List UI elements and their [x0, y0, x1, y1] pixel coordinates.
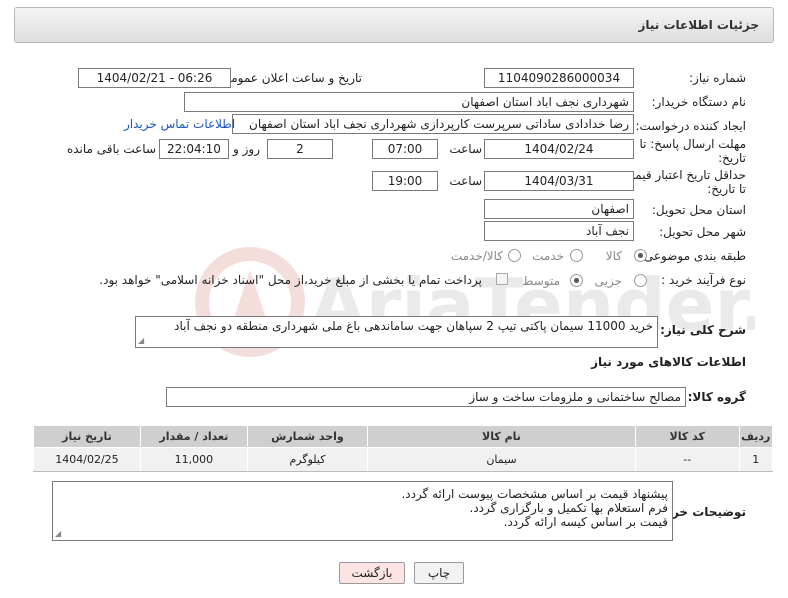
province-field: اصفهان [484, 199, 634, 219]
col-header-item-code: کد کالا [634, 425, 740, 448]
description-label: شرح کلی نیاز: [660, 323, 746, 337]
category-option-goods-service: کالا/خدمت [450, 249, 503, 263]
cell-quantity: 11,000 [139, 447, 248, 472]
category-radio-goods-service[interactable] [508, 249, 521, 262]
deadline-days-field: 2 [267, 139, 333, 159]
table-row: 1 -- سیمان کیلوگرم 11,000 1404/02/25 [33, 447, 774, 472]
remaining-label: ساعت باقی مانده [66, 142, 156, 156]
col-header-need-date: تاریخ نیاز [33, 425, 141, 448]
city-label: شهر محل تحویل: [659, 225, 746, 239]
resize-grip-icon[interactable]: ◢ [138, 337, 144, 345]
buyer-contact-link[interactable]: اطلاعات تماس خریدار [124, 117, 235, 131]
cell-item-code: -- [634, 447, 740, 472]
treasury-payment-note: پرداخت تمام یا بخشی از مبلغ خرید،از محل … [99, 273, 482, 287]
validity-time-field: 19:00 [372, 171, 438, 191]
validity-time-label: ساعت [449, 174, 482, 188]
creator-label: ایجاد کننده درخواست: [635, 119, 746, 133]
goods-table: ردیف کد کالا نام کالا واحد شمارش تعداد /… [33, 425, 774, 472]
days-label: روز و [233, 142, 260, 156]
process-radio-medium[interactable] [570, 274, 583, 287]
need-number-field: 1104090286000034 [484, 68, 634, 88]
col-header-row-number: ردیف [738, 425, 774, 448]
remaining-time-field: 22:04:10 [159, 139, 229, 159]
category-radio-service[interactable] [570, 249, 583, 262]
resize-grip-icon[interactable]: ◢ [55, 530, 61, 538]
buyer-org-label: نام دستگاه خریدار: [651, 95, 747, 109]
goods-table-header-row: ردیف کد کالا نام کالا واحد شمارش تعداد /… [33, 425, 774, 448]
buyer-note-line: قیمت بر اساس کیسه ارائه گردد. [503, 515, 668, 529]
details-header-panel: جزئیات اطلاعات نیاز [14, 7, 774, 43]
cell-row-number: 1 [738, 447, 774, 472]
validity-date-field: 1404/03/31 [484, 171, 634, 191]
category-label: طبقه بندی موضوعی: [639, 249, 746, 263]
category-radio-goods[interactable] [634, 249, 647, 262]
deadline-label-date: تاریخ: [718, 151, 746, 165]
cell-unit: کیلوگرم [246, 447, 369, 472]
goods-section-title: اطلاعات کالاهای مورد نیاز [591, 355, 746, 369]
col-header-unit: واحد شمارش [246, 425, 369, 448]
process-radio-minor[interactable] [634, 274, 647, 287]
page-title: جزئیات اطلاعات نیاز [638, 18, 759, 32]
description-text: خرید 11000 سیمان پاکتی تیپ 2 سپاهان جهت … [174, 319, 653, 333]
process-option-medium: متوسط [522, 274, 560, 288]
deadline-time-field: 07:00 [372, 139, 438, 159]
validity-label: حداقل تاریخ اعتبار قیمت: [619, 168, 746, 182]
deadline-date-field: 1404/02/24 [484, 139, 634, 159]
print-button[interactable]: چاپ [414, 562, 464, 584]
buyer-notes-textarea[interactable]: پیشنهاد قیمت بر اساس مشخصات پیوست ارائه … [52, 481, 673, 541]
col-header-item-name: نام کالا [367, 425, 636, 448]
cell-need-date: 1404/02/25 [33, 447, 141, 472]
category-option-goods: کالا [605, 249, 622, 263]
buyer-note-line: فرم استعلام بها تکمیل و بارگزاری گردد. [469, 501, 668, 515]
goods-group-label: گروه کالا: [687, 390, 746, 404]
category-option-service: خدمت [532, 249, 564, 263]
validity-label-date: تا تاریخ: [707, 182, 746, 196]
process-option-minor: جزیی [594, 274, 622, 288]
announce-datetime-label: تاریخ و ساعت اعلان عمومی: [217, 71, 362, 85]
creator-field: رضا خدادادی ساداتی سرپرست کارپردازی شهرد… [232, 114, 634, 134]
province-label: استان محل تحویل: [651, 203, 746, 217]
city-field: نجف آباد [484, 221, 634, 241]
cell-item-name: سیمان [367, 447, 636, 472]
need-number-label: شماره نیاز: [689, 71, 746, 85]
treasury-payment-checkbox[interactable] [496, 273, 508, 285]
announce-datetime-field: 1404/02/21 - 06:26 [78, 68, 231, 88]
process-label: نوع فرآیند خرید : [661, 273, 746, 287]
col-header-quantity: تعداد / مقدار [139, 425, 248, 448]
buyer-org-field: شهرداری نجف اباد استان اصفهان [184, 92, 634, 112]
back-button[interactable]: بازگشت [339, 562, 405, 584]
deadline-time-label: ساعت [449, 142, 482, 156]
buyer-note-line: پیشنهاد قیمت بر اساس مشخصات پیوست ارائه … [401, 487, 668, 501]
goods-group-field: مصالح ساختمانی و ملزومات ساخت و ساز [166, 387, 686, 407]
deadline-label: مهلت ارسال پاسخ: تا [639, 137, 746, 151]
description-textarea[interactable]: خرید 11000 سیمان پاکتی تیپ 2 سپاهان جهت … [135, 316, 658, 348]
